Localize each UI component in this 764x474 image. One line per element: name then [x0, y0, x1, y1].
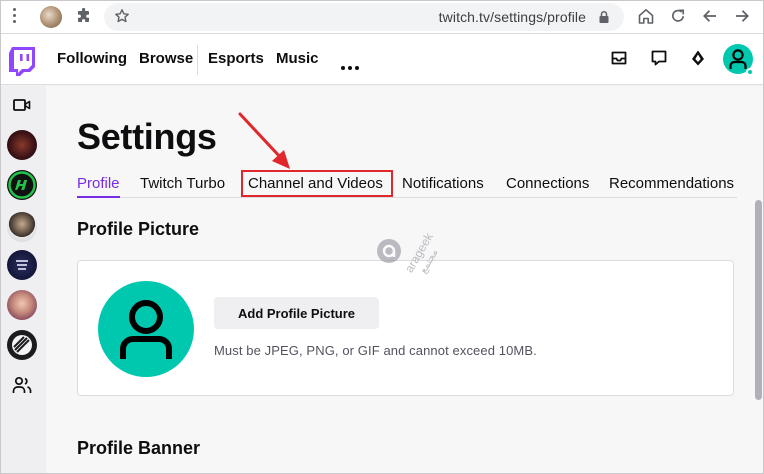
user-avatar-icon — [729, 49, 747, 69]
browser-menu-icon[interactable] — [12, 8, 18, 26]
twitch-top-nav: Following Browse Esports Music — [0, 35, 764, 85]
default-avatar-icon — [120, 300, 172, 359]
url-text: twitch.tv/settings/profile — [438, 9, 586, 25]
add-profile-picture-button[interactable]: Add Profile Picture — [214, 297, 379, 329]
followed-channels-sidebar — [0, 86, 46, 474]
nav-divider — [197, 45, 198, 75]
watermark: arageek مجتمع — [374, 230, 440, 276]
followed-channel-avatar[interactable] — [7, 250, 37, 280]
profile-picture-card: Add Profile Picture Must be JPEG, PNG, o… — [77, 260, 734, 396]
followed-channel-avatar[interactable] — [7, 170, 37, 200]
followed-channel-avatar[interactable] — [7, 130, 37, 160]
nav-music[interactable]: Music — [276, 50, 319, 67]
bits-icon[interactable] — [689, 49, 707, 72]
more-options-icon[interactable] — [341, 57, 362, 75]
camera-icon[interactable] — [13, 98, 31, 117]
profile-picture-hint: Must be JPEG, PNG, or GIF and cannot exc… — [214, 343, 537, 358]
forward-arrow-icon[interactable] — [733, 7, 751, 30]
scrollbar-thumb[interactable] — [755, 200, 762, 400]
browser-profile-avatar[interactable] — [40, 6, 62, 28]
annotation-arrow-icon — [236, 111, 300, 178]
profile-picture-heading: Profile Picture — [77, 219, 200, 239]
online-status-dot — [746, 68, 754, 76]
address-bar[interactable]: twitch.tv/settings/profile — [104, 3, 624, 31]
page-title: Settings — [77, 116, 217, 157]
tab-recommendations[interactable]: Recommendations — [609, 175, 734, 192]
nav-following[interactable]: Following — [57, 50, 127, 67]
active-tab-indicator — [77, 196, 120, 198]
followed-channel-avatar[interactable] — [7, 290, 37, 320]
bookmark-star-icon[interactable] — [114, 8, 130, 29]
settings-page: Settings Profile Twitch Turbo Channel an… — [46, 86, 752, 474]
tab-profile[interactable]: Profile — [77, 175, 120, 192]
people-icon[interactable] — [12, 376, 32, 399]
back-arrow-icon[interactable] — [701, 7, 719, 30]
tab-notifications[interactable]: Notifications — [402, 175, 484, 192]
nav-esports[interactable]: Esports — [208, 50, 264, 67]
arageek-logo-icon — [377, 239, 401, 263]
settings-tabs: Profile Twitch Turbo Channel and Videos … — [77, 172, 737, 198]
lock-icon[interactable] — [598, 10, 610, 29]
twitch-logo-icon[interactable] — [8, 46, 36, 81]
browser-toolbar: twitch.tv/settings/profile — [0, 0, 764, 34]
followed-channel-avatar[interactable] — [7, 330, 37, 360]
profile-banner-heading: Profile Banner — [77, 438, 201, 458]
home-icon[interactable] — [637, 7, 655, 30]
tab-connections[interactable]: Connections — [506, 175, 589, 192]
profile-picture-preview — [98, 281, 194, 377]
reload-icon[interactable] — [669, 7, 687, 30]
whispers-icon[interactable] — [650, 49, 668, 72]
extensions-icon[interactable] — [76, 7, 92, 29]
inbox-icon[interactable] — [610, 49, 628, 72]
tab-twitch-turbo[interactable]: Twitch Turbo — [140, 175, 225, 192]
followed-channel-avatar[interactable] — [7, 212, 37, 242]
nav-browse[interactable]: Browse — [139, 50, 193, 67]
